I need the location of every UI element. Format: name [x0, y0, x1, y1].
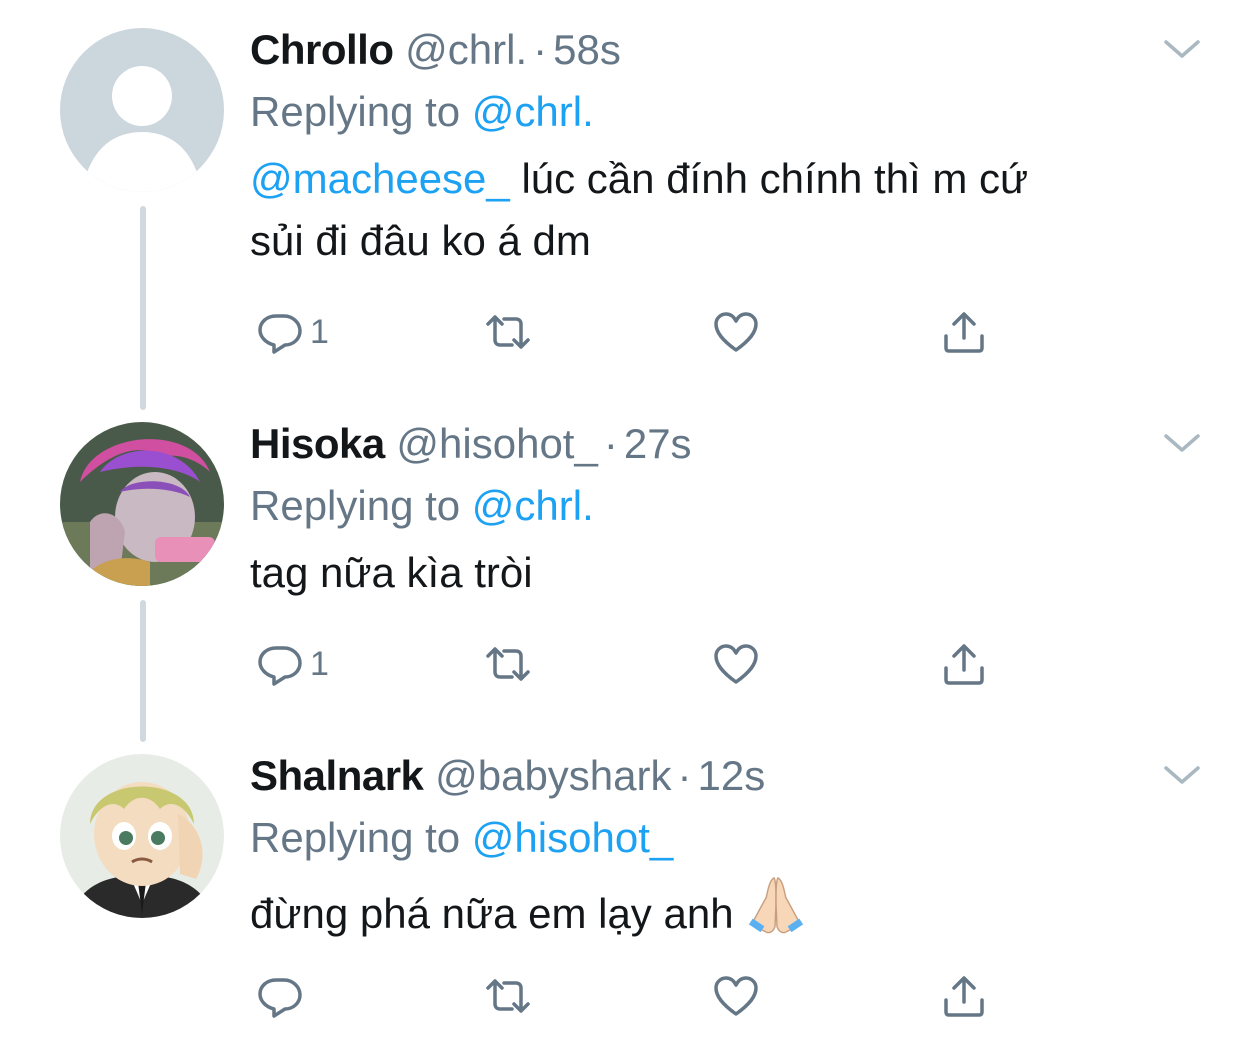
tweet-header: Chrollo @chrl. · 58s: [250, 20, 621, 80]
replying-to: Replying to @chrl.: [250, 82, 594, 142]
replying-to: Replying to @chrl.: [250, 476, 594, 536]
share-button[interactable]: [940, 966, 988, 1026]
like-button[interactable]: [712, 634, 760, 694]
replying-to-link[interactable]: @hisohot_: [472, 814, 673, 861]
share-button[interactable]: [940, 302, 988, 362]
like-button[interactable]: [712, 966, 760, 1026]
tweet-text: @macheese_ lúc cần đính chính thì m cứ s…: [250, 148, 1150, 272]
reply-icon: [258, 646, 302, 686]
chevron-down-icon: [1164, 434, 1200, 452]
replying-to-link[interactable]: @chrl.: [472, 88, 594, 135]
reply-button[interactable]: 1: [256, 634, 329, 694]
more-options-button[interactable]: [1162, 428, 1202, 458]
retweet-button[interactable]: [484, 966, 532, 1026]
separator-dot: ·: [603, 420, 618, 467]
user-handle[interactable]: @babyshark: [435, 752, 671, 799]
heart-icon: [714, 976, 758, 1016]
tweet-actions: [250, 966, 1010, 1026]
like-button[interactable]: [712, 302, 760, 362]
separator-dot: ·: [677, 752, 692, 799]
share-button[interactable]: [940, 634, 988, 694]
heart-icon: [714, 312, 758, 352]
display-name[interactable]: Shalnark: [250, 752, 424, 799]
share-icon: [944, 312, 984, 353]
tweet-header: Shalnark @babyshark · 12s: [250, 746, 765, 806]
tweet-text-line: lúc cần đính chính thì m cứ: [509, 155, 1029, 202]
display-name[interactable]: Chrollo: [250, 26, 394, 73]
tweet-text-line: đừng phá nữa em lạy anh: [250, 890, 734, 937]
retweet-icon: [486, 979, 530, 1013]
reply-count: 1: [310, 312, 329, 351]
share-icon: [944, 644, 984, 685]
reply-button[interactable]: [256, 966, 310, 1026]
user-handle[interactable]: @hisohot_: [396, 420, 597, 467]
display-name[interactable]: Hisoka: [250, 420, 385, 467]
folded-hands-emoji: [745, 874, 807, 953]
timestamp[interactable]: 58s: [553, 26, 621, 73]
reply-icon: [258, 978, 302, 1018]
tweet-actions: 1: [250, 302, 1010, 362]
retweet-button[interactable]: [484, 634, 532, 694]
avatar[interactable]: [60, 28, 224, 192]
heart-icon: [714, 644, 758, 684]
reply-button[interactable]: 1: [256, 302, 329, 362]
timestamp[interactable]: 12s: [698, 752, 766, 799]
tweet-text: đừng phá nữa em lạy anh: [250, 874, 1150, 953]
tweet-text-line: sủi đi đâu ko á dm: [250, 217, 591, 264]
separator-dot: ·: [533, 26, 548, 73]
share-icon: [944, 976, 984, 1017]
more-options-button[interactable]: [1162, 34, 1202, 64]
tweet-text: tag nữa kìa tròi: [250, 542, 1150, 604]
default-avatar-icon: [60, 28, 224, 192]
shalnark-avatar: [60, 754, 224, 918]
hisoka-avatar: [60, 422, 224, 586]
avatar[interactable]: [60, 422, 224, 586]
user-handle[interactable]: @chrl.: [405, 26, 527, 73]
replying-to-label: Replying to: [250, 814, 461, 861]
retweet-button[interactable]: [484, 302, 532, 362]
chevron-down-icon: [1164, 40, 1200, 58]
tweet-actions: 1: [250, 634, 1010, 694]
tweet-text-line: tag nữa kìa tròi: [250, 549, 533, 596]
replying-to-label: Replying to: [250, 88, 461, 135]
retweet-icon: [486, 315, 530, 349]
replying-to-link[interactable]: @chrl.: [472, 482, 594, 529]
avatar[interactable]: [60, 754, 224, 918]
mention-link[interactable]: @macheese_: [250, 155, 510, 202]
more-options-button[interactable]: [1162, 760, 1202, 790]
reply-icon: [258, 314, 302, 354]
reply-count: 1: [310, 644, 329, 683]
timestamp[interactable]: 27s: [624, 420, 692, 467]
replying-to: Replying to @hisohot_: [250, 808, 673, 868]
chevron-down-icon: [1164, 766, 1200, 784]
replying-to-label: Replying to: [250, 482, 461, 529]
retweet-icon: [486, 647, 530, 681]
tweet-header: Hisoka @hisohot_ · 27s: [250, 414, 692, 474]
